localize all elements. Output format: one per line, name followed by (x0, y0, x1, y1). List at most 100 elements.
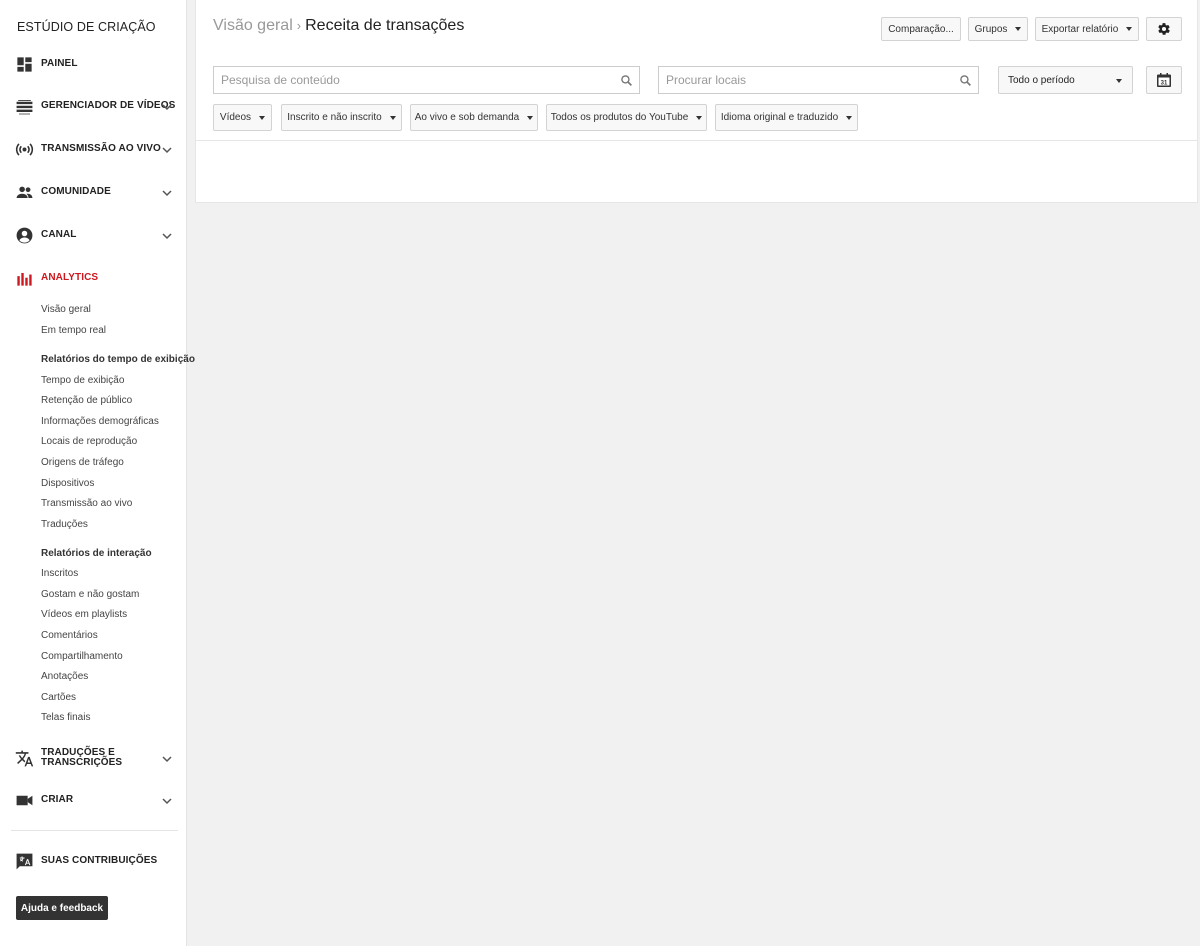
sub-overview[interactable]: Visão geral (41, 304, 91, 315)
sub-playback-locations[interactable]: Locais de reprodução (41, 436, 137, 447)
sub-devices[interactable]: Dispositivos (41, 478, 94, 489)
caret-down-icon (527, 115, 534, 120)
locations-search-input[interactable] (659, 67, 978, 93)
groups-label: Grupos (974, 23, 1008, 35)
sidebar-divider (11, 830, 178, 831)
export-report-button[interactable]: Exportar relatório (1035, 17, 1139, 41)
caret-down-icon (696, 115, 703, 120)
breadcrumb-parent-link[interactable]: Visão geral (213, 17, 293, 34)
video-manager-icon (15, 97, 34, 116)
groups-button[interactable]: Grupos (968, 17, 1028, 41)
breadcrumb-separator: › (296, 18, 302, 33)
chevron-down-icon[interactable] (161, 752, 173, 764)
nav-dashboard-label: PAINEL (41, 58, 78, 69)
sub-end-screens[interactable]: Telas finais (41, 712, 90, 723)
caret-down-icon (1015, 27, 1022, 31)
page-title: Receita de transações (305, 17, 465, 34)
channel-icon (15, 226, 34, 245)
period-select[interactable]: Todo o período (998, 66, 1133, 94)
caret-down-icon (259, 115, 266, 120)
content-search-input[interactable] (214, 67, 639, 93)
nav-analytics-label: ANALYTICS (41, 272, 99, 283)
studio-title: ESTÚDIO DE CRIAÇÃO (17, 20, 156, 34)
nav-create-label: CRIAR (41, 794, 74, 805)
nav-dashboard[interactable]: PAINEL (0, 53, 187, 75)
nav-create[interactable]: CRIAR (0, 789, 187, 811)
live-stream-icon (15, 140, 34, 159)
sub-cards[interactable]: Cartões (41, 692, 76, 703)
filter-videos[interactable]: Vídeos (213, 104, 272, 131)
sub-subscribers[interactable]: Inscritos (41, 568, 78, 579)
sub-live-streaming[interactable]: Transmissão ao vivo (41, 498, 132, 509)
period-select-value: Todo o período (1008, 74, 1075, 86)
sub-annotations[interactable]: Anotações (41, 671, 88, 682)
nav-live-stream-label: TRANSMISSÃO AO VIVO (41, 143, 161, 154)
sub-videos-in-playlists[interactable]: Vídeos em playlists (41, 609, 127, 620)
dashboard-icon (15, 55, 34, 74)
sub-watch-time[interactable]: Tempo de exibição (41, 375, 124, 386)
caret-down-icon (389, 115, 396, 120)
content-search-box (213, 66, 640, 94)
sidebar: ESTÚDIO DE CRIAÇÃO PAINEL GERENCIADOR DE… (0, 0, 195, 946)
chevron-down-icon[interactable] (161, 794, 173, 806)
filter-live[interactable]: Ao vivo e sob demanda (410, 104, 538, 131)
gear-icon (1158, 23, 1170, 35)
comparison-button[interactable]: Comparação... (881, 17, 961, 41)
filter-subscribed-label: Inscrito e não inscrito (287, 112, 382, 123)
nav-contributions-label: SUAS CONTRIBUIÇÕES (41, 855, 158, 866)
nav-community-label: COMUNIDADE (41, 186, 111, 197)
nav-video-manager-label: GERENCIADOR DE VÍDEOS (41, 100, 176, 111)
watch-reports-heading: Relatórios do tempo de exibição (41, 354, 195, 365)
sub-comments[interactable]: Comentários (41, 630, 98, 641)
nav-translations-label: TRADUÇÕES E TRANSCRIÇÕES (41, 747, 123, 768)
sub-audience-retention[interactable]: Retenção de público (41, 395, 132, 406)
nav-community[interactable]: COMUNIDADE (0, 181, 187, 203)
caret-down-icon (1116, 79, 1122, 83)
locations-search-box (658, 66, 979, 94)
sub-sharing[interactable]: Compartilhamento (41, 651, 123, 662)
contributions-icon (15, 852, 34, 871)
sub-traffic-sources[interactable]: Origens de tráfego (41, 457, 124, 468)
search-icon[interactable] (620, 74, 633, 87)
caret-down-icon (846, 115, 853, 120)
filter-products[interactable]: Todos os produtos do YouTube (546, 104, 707, 131)
filter-products-label: Todos os produtos do YouTube (550, 112, 689, 123)
calendar-day: 31 (1161, 80, 1168, 86)
caret-down-icon (1126, 27, 1133, 31)
nav-analytics[interactable]: ANALYTICS (0, 267, 187, 289)
chevron-down-icon[interactable] (161, 229, 173, 241)
filter-language-label: Idioma original e traduzido (720, 112, 839, 123)
comparison-label: Comparação... (888, 23, 954, 35)
chevron-down-icon[interactable] (161, 100, 173, 112)
main-panel: Visão geral › Receita de transações Compar… (195, 0, 1198, 203)
nav-video-manager[interactable]: GERENCIADOR DE VÍDEOS (0, 95, 187, 117)
nav-channel-label: CANAL (41, 229, 77, 240)
filter-subscribed[interactable]: Inscrito e não inscrito (281, 104, 402, 131)
create-icon (15, 791, 34, 810)
search-icon[interactable] (959, 74, 972, 87)
nav-live-stream[interactable]: TRANSMISSÃO AO VIVO (0, 138, 187, 160)
filter-language[interactable]: Idioma original e traduzido (715, 104, 858, 131)
settings-button[interactable] (1146, 17, 1182, 41)
chevron-down-icon[interactable] (161, 186, 173, 198)
chevron-down-icon[interactable] (161, 143, 173, 155)
calendar-button[interactable]: 31 (1146, 66, 1182, 94)
sub-likes-dislikes[interactable]: Gostam e não gostam (41, 589, 139, 600)
nav-contributions[interactable]: SUAS CONTRIBUIÇÕES (0, 850, 187, 872)
sub-translations[interactable]: Traduções (41, 519, 88, 530)
nav-channel[interactable]: CANAL (0, 224, 187, 246)
filter-videos-label: Vídeos (219, 112, 252, 123)
calendar-icon: 31 (1157, 73, 1171, 87)
community-icon (15, 183, 34, 202)
sub-realtime[interactable]: Em tempo real (41, 325, 106, 336)
panel-divider (196, 140, 1197, 141)
help-feedback-button[interactable]: Ajuda e feedback (16, 896, 108, 920)
breadcrumb: Visão geral › Receita de transações (213, 17, 464, 35)
interaction-reports-heading: Relatórios de interação (41, 548, 152, 559)
export-label: Exportar relatório (1041, 23, 1119, 35)
sub-demographics[interactable]: Informações demográficas (41, 416, 159, 427)
analytics-icon (15, 269, 34, 288)
nav-translations[interactable]: TRADUÇÕES E TRANSCRIÇÕES (0, 746, 187, 770)
filter-live-label: Ao vivo e sob demanda (414, 112, 520, 123)
translate-icon (15, 749, 34, 768)
